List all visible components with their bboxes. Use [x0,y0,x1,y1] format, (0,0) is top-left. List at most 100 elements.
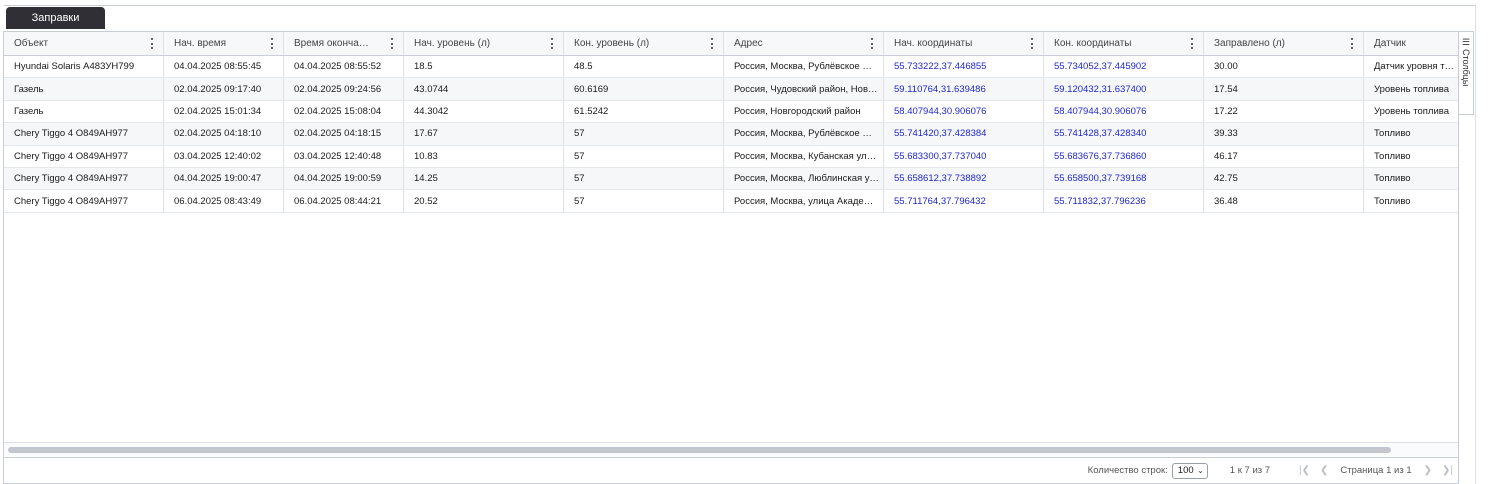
column-header-label: Кон. координаты [1054,38,1132,49]
kebab-menu-icon[interactable] [1350,38,1354,49]
cell-sensor: Уровень топлива [1374,83,1449,95]
rows-per-page-select[interactable]: 100 ⌄ [1171,462,1208,479]
kebab-menu-icon[interactable] [1030,38,1034,49]
cell-object: Chery Tiggo 4 О849АН977 [4,123,164,145]
column-header-label: Время окончан… [294,38,373,49]
cell-address: Россия, Москва, Кубанская улица [724,145,884,167]
chevron-down-icon: ⌄ [1197,466,1204,475]
side-tool-panel: ☰ Столбцы [1459,31,1474,115]
table-row[interactable]: Chery Tiggo 4 О849АН977 06.04.2025 08:43… [4,190,1458,213]
cell-start-level: 43.0744 [404,78,564,100]
last-page-icon[interactable]: ❯| [1442,465,1453,476]
cell-end-time: 06.04.2025 08:44:21 [284,190,404,212]
pagination-footer: Количество строк: 100 ⌄ 1 к 7 из 7 |❮ ❮ … [4,457,1458,483]
column-header-start-coords[interactable]: Нач. координаты [884,32,1044,55]
column-header-label: Объект [14,38,49,49]
cell-refueled: 46.17 [1204,145,1364,167]
cell-end-level: 57 [564,123,724,145]
refuelings-grid: Объект Нач. время Время окончан… Нач. ур… [3,31,1459,484]
cell-object: Hyundai Solaris А483УН799 [4,56,164,78]
cell-sensor: Топливо [1374,128,1411,140]
kebab-menu-icon[interactable] [870,38,874,49]
table-row[interactable]: Chery Tiggo 4 О849АН977 04.04.2025 19:00… [4,167,1458,191]
rows-per-page-value: 100 [1177,465,1194,476]
column-header-object[interactable]: Объект [4,32,164,55]
kebab-menu-icon[interactable] [1190,38,1194,49]
column-header-refueled[interactable]: Заправлено (л) [1204,32,1364,55]
hamburger-menu-icon: ☰ [1461,37,1471,47]
cell-end-time: 03.04.2025 12:40:48 [284,145,404,167]
start-coords-link[interactable]: 55.741420,37.428384 [884,123,1044,145]
column-header-label: Нач. координаты [894,38,973,49]
right-divider [1475,5,1476,484]
start-coords-link[interactable]: 58.407944,30.906076 [884,100,1044,123]
cell-start-time: 04.04.2025 08:55:45 [164,56,284,78]
cell-object: Chery Tiggo 4 О849АН977 [4,167,164,190]
cell-sensor: Уровень топлива [1374,105,1449,117]
start-coords-link[interactable]: 55.711764,37.796432 [884,190,1044,212]
column-header-start-level[interactable]: Нач. уровень (л) [404,32,564,55]
cell-address: Россия, Чудовский район, Новгородская об… [724,78,884,100]
cell-start-level: 44.3042 [404,100,564,123]
scrollbar-thumb[interactable] [8,447,1391,453]
kebab-menu-icon[interactable] [550,38,554,49]
prev-page-icon[interactable]: ❮ [1320,465,1328,476]
horizontal-scrollbar[interactable] [4,442,1458,456]
table-row[interactable]: Газель 02.04.2025 15:01:34 02.04.2025 15… [4,100,1458,124]
kebab-menu-icon[interactable] [710,38,714,49]
cell-refueled: 39.33 [1204,123,1364,145]
end-coords-link[interactable]: 55.683676,37.736860 [1044,145,1204,167]
columns-panel-button[interactable]: ☰ Столбцы [1459,38,1473,108]
kebab-menu-icon[interactable] [270,38,274,49]
grid-header: Объект Нач. время Время окончан… Нач. ур… [4,32,1458,56]
cell-start-time: 02.04.2025 15:01:34 [164,100,284,123]
cell-refueled: 17.54 [1204,78,1364,100]
tab-refuelings[interactable]: Заправки [6,7,105,29]
cell-refueled: 30.00 [1204,56,1364,78]
start-coords-link[interactable]: 55.733222,37.446855 [884,56,1044,78]
rows-per-page-label: Количество строк: [1087,465,1168,476]
row-range: 1 к 7 из 7 [1229,465,1271,476]
start-coords-link[interactable]: 55.658612,37.738892 [884,167,1044,190]
cell-start-time: 06.04.2025 08:43:49 [164,190,284,212]
end-coords-link[interactable]: 59.120432,31.637400 [1044,78,1204,100]
end-coords-link[interactable]: 55.734052,37.445902 [1044,56,1204,78]
end-coords-link[interactable]: 58.407944,30.906076 [1044,100,1204,123]
column-header-label: Датчик [1374,38,1406,49]
end-coords-link[interactable]: 55.658500,37.739168 [1044,167,1204,190]
kebab-menu-icon[interactable] [150,38,154,49]
tab-label: Заправки [31,12,80,24]
top-divider [4,5,1476,6]
cell-start-time: 02.04.2025 09:17:40 [164,78,284,100]
column-header-end-coords[interactable]: Кон. координаты [1044,32,1204,55]
end-coords-link[interactable]: 55.711832,37.796236 [1044,190,1204,212]
end-coords-link[interactable]: 55.741428,37.428340 [1044,123,1204,145]
cell-end-time: 02.04.2025 09:24:56 [284,78,404,100]
page-info: Страница 1 из 1 [1340,465,1412,476]
cell-start-level: 10.83 [404,145,564,167]
column-header-label: Кон. уровень (л) [574,38,650,49]
table-row[interactable]: Chery Tiggo 4 О849АН977 03.04.2025 12:40… [4,145,1458,168]
next-page-icon[interactable]: ❯ [1424,465,1432,476]
column-header-address[interactable]: Адрес [724,32,884,55]
column-header-start-time[interactable]: Нач. время [164,32,284,55]
cell-address: Россия, Москва, улица Академика [724,190,884,212]
cell-object: Газель [4,100,164,123]
cell-object: Chery Tiggo 4 О849АН977 [4,190,164,212]
first-page-icon[interactable]: |❮ [1299,465,1310,476]
table-row[interactable]: Hyundai Solaris А483УН799 04.04.2025 08:… [4,56,1458,79]
start-coords-link[interactable]: 55.683300,37.737040 [884,145,1044,167]
cell-end-level: 57 [564,145,724,167]
cell-address: Россия, Москва, Рублёвское шоссе [724,123,884,145]
kebab-menu-icon[interactable] [390,38,394,49]
table-row[interactable]: Chery Tiggo 4 О849АН977 02.04.2025 04:18… [4,123,1458,146]
grid-viewport: Объект Нач. время Время окончан… Нач. ур… [4,32,1458,442]
column-header-label: Нач. уровень (л) [414,38,491,49]
column-header-end-level[interactable]: Кон. уровень (л) [564,32,724,55]
cell-refueled: 36.48 [1204,190,1364,212]
start-coords-link[interactable]: 59.110764,31.639486 [884,78,1044,100]
column-header-sensor[interactable]: Датчик [1364,32,1458,55]
column-header-end-time[interactable]: Время окончан… [284,32,404,55]
cell-address: Россия, Москва, Рублёвское шоссе [724,56,884,78]
table-row[interactable]: Газель 02.04.2025 09:17:40 02.04.2025 09… [4,78,1458,101]
